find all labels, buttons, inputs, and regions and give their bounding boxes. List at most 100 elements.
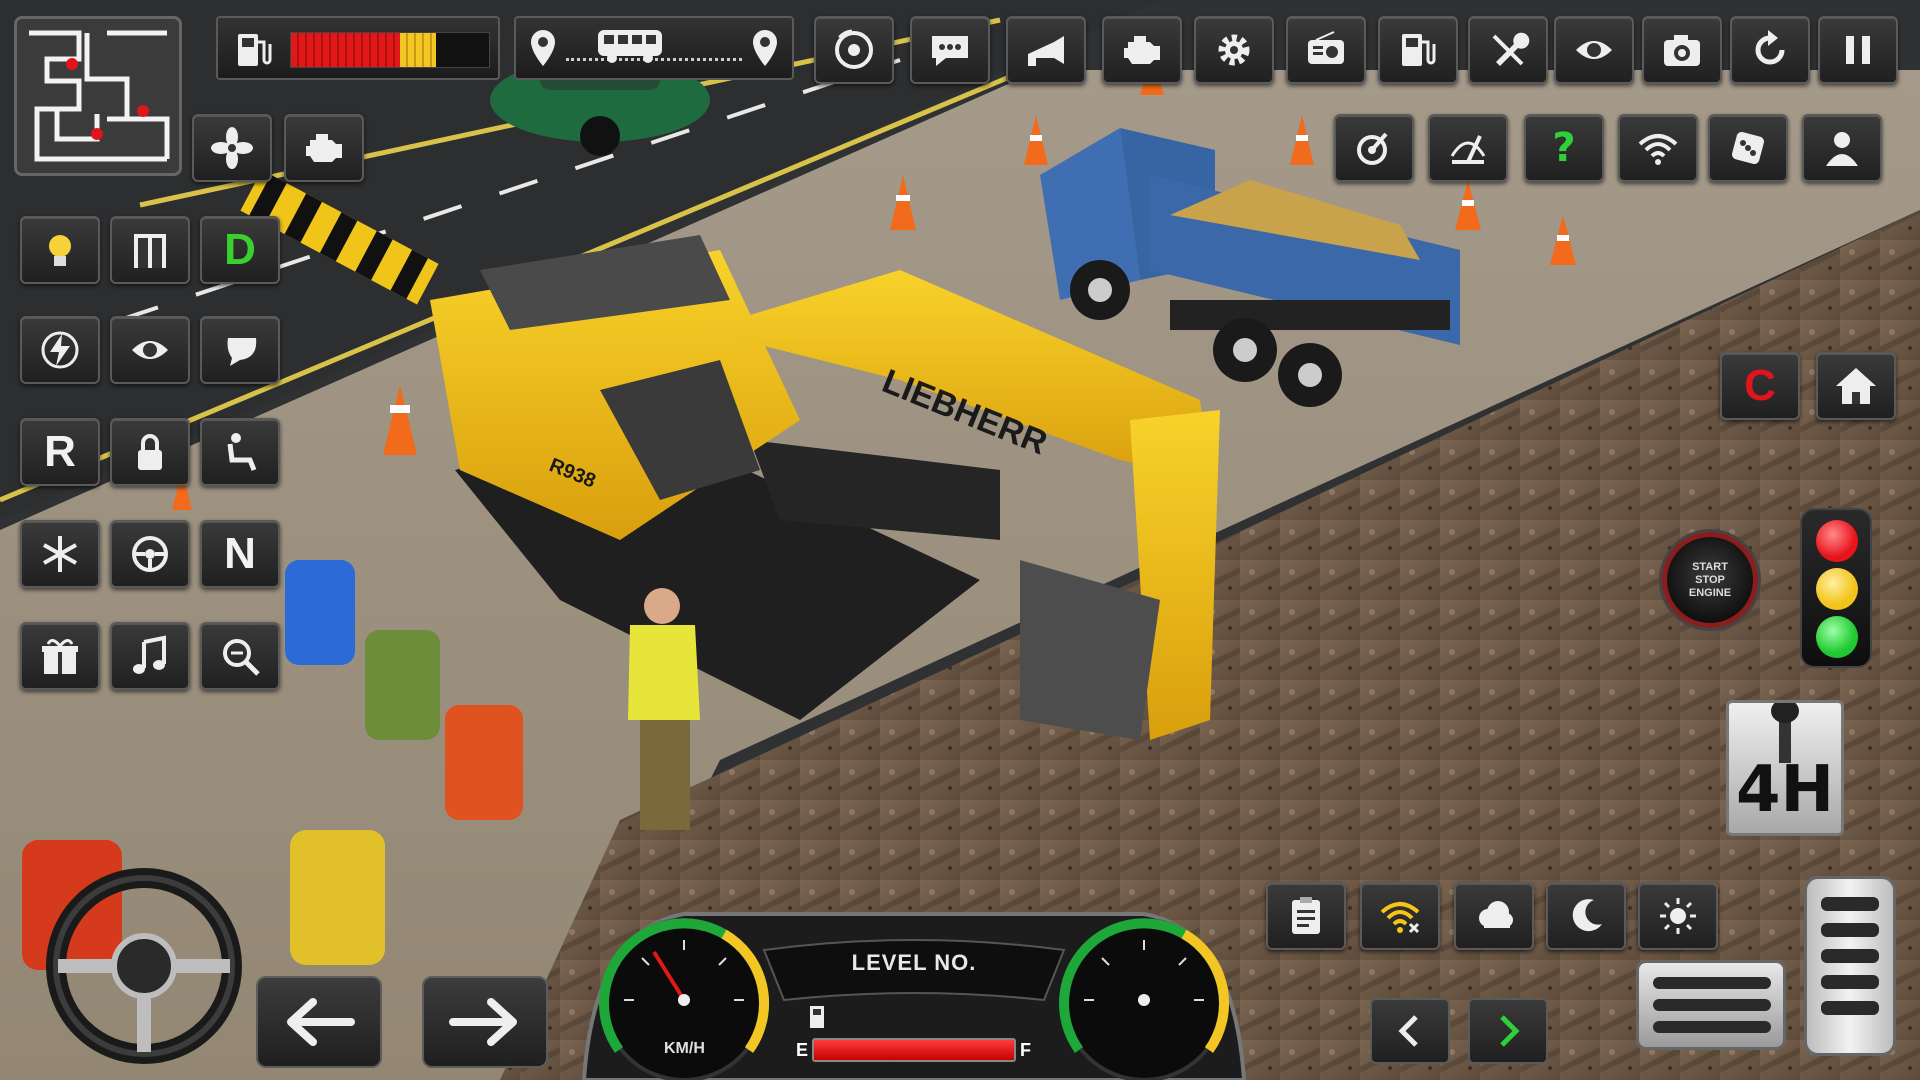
- seat-button[interactable]: [200, 418, 280, 486]
- home-button[interactable]: [1816, 352, 1896, 420]
- gift-icon: [42, 639, 78, 674]
- location-pin-icon: [753, 30, 777, 66]
- settings-button[interactable]: [1194, 16, 1274, 84]
- next-button[interactable]: [1468, 998, 1548, 1064]
- speech-bubble-icon: [932, 36, 968, 66]
- camera-switch-button[interactable]: C: [1720, 352, 1800, 420]
- view-button[interactable]: [110, 316, 190, 384]
- level-label: LEVEL NO.: [851, 950, 977, 975]
- start-stop-line1: START: [1692, 560, 1728, 573]
- gear-shifter[interactable]: 4H: [1726, 699, 1844, 836]
- camera-icon: [1664, 35, 1700, 66]
- screenshot-button[interactable]: [1642, 16, 1722, 84]
- headlight-button[interactable]: [20, 216, 100, 284]
- gear-drive-button[interactable]: D: [200, 216, 280, 284]
- gift-button[interactable]: [20, 622, 100, 690]
- engine-icon: [1124, 36, 1160, 64]
- steer-left-button[interactable]: [256, 976, 382, 1068]
- turbo-button[interactable]: [1334, 114, 1414, 182]
- start-stop-line3: ENGINE: [1688, 586, 1732, 599]
- ac-button[interactable]: [20, 520, 100, 588]
- clipboard-button[interactable]: [1266, 882, 1346, 950]
- gas-pedal-groove: [1821, 949, 1879, 963]
- steering-wheel[interactable]: [44, 866, 244, 1066]
- fuel-pump-icon: [1402, 34, 1436, 66]
- moon-icon: [1572, 899, 1602, 932]
- gear-neutral-button[interactable]: N: [200, 520, 280, 588]
- lock-button[interactable]: [110, 418, 190, 486]
- wifi-button[interactable]: [1618, 114, 1698, 182]
- pause-icon: [1846, 36, 1870, 64]
- previous-button[interactable]: [1370, 998, 1450, 1064]
- gear-shifter-label: 4H: [1735, 753, 1835, 827]
- gas-pedal-groove: [1821, 897, 1879, 911]
- gas-pedal[interactable]: [1804, 876, 1896, 1056]
- dice-button[interactable]: [1708, 114, 1788, 182]
- door-icon: [134, 234, 166, 268]
- eye-icon: [1576, 41, 1612, 59]
- gear-drive-label: D: [224, 225, 256, 274]
- engine-button[interactable]: [1102, 16, 1182, 84]
- fan-button[interactable]: [192, 114, 272, 182]
- help-button[interactable]: ?: [1524, 114, 1604, 182]
- fuel-level-red: [291, 33, 400, 67]
- steering-icon: [132, 536, 168, 572]
- home-icon: [1836, 368, 1876, 404]
- eye-icon: [132, 341, 168, 359]
- fuel-gauge-panel: [216, 16, 500, 80]
- lock-icon: [138, 434, 162, 470]
- brake-pedal-groove: [1653, 977, 1771, 989]
- door-button[interactable]: [110, 216, 190, 284]
- fuel-level-yellow: [399, 33, 436, 67]
- gear-reverse-button[interactable]: R: [20, 418, 100, 486]
- chat-button[interactable]: [910, 16, 990, 84]
- sun-icon: [1660, 898, 1696, 934]
- steer-right-button[interactable]: [422, 976, 548, 1068]
- repair-button[interactable]: [1468, 16, 1548, 84]
- zoom-button[interactable]: [200, 622, 280, 690]
- camera-view-button[interactable]: [1554, 16, 1634, 84]
- camera-switch-label: C: [1744, 361, 1776, 410]
- dashboard-fuel-fill: [814, 1040, 1014, 1060]
- radio-icon: [1308, 31, 1344, 64]
- power-button[interactable]: [20, 316, 100, 384]
- steering-mode-button[interactable]: [110, 520, 190, 588]
- cloud-icon: [1479, 901, 1513, 928]
- brake-pedal[interactable]: [1636, 960, 1786, 1050]
- gas-pedal-groove: [1821, 923, 1879, 937]
- speed-unit-label: KM/H: [664, 1040, 705, 1057]
- wifi-off-icon: [1380, 902, 1420, 934]
- gas-pedal-groove: [1821, 1001, 1879, 1015]
- location-pin-icon: [531, 30, 555, 66]
- dashboard: LEVEL NO. KM/H E F: [574, 890, 1254, 1080]
- pause-button[interactable]: [1818, 16, 1898, 84]
- clipboard-icon: [1292, 897, 1320, 934]
- gear-neutral-label: N: [224, 529, 256, 578]
- night-button[interactable]: [1546, 882, 1626, 950]
- day-button[interactable]: [1638, 882, 1718, 950]
- mirror-button[interactable]: [200, 316, 280, 384]
- cloud-button[interactable]: [1454, 882, 1534, 950]
- radio-button[interactable]: [1286, 16, 1366, 84]
- lightning-icon: [41, 331, 79, 369]
- start-stop-line2: STOP: [1695, 573, 1725, 586]
- brake-disc-button[interactable]: [814, 16, 894, 84]
- wiper-button[interactable]: [1428, 114, 1508, 182]
- wiper-icon: [1450, 135, 1486, 164]
- restart-button[interactable]: [1730, 16, 1810, 84]
- top-bar: [0, 0, 1920, 92]
- horn-button[interactable]: [1006, 16, 1086, 84]
- traffic-light-yellow: [1816, 568, 1858, 610]
- refuel-button[interactable]: [1378, 16, 1458, 84]
- start-stop-button[interactable]: START STOP ENGINE: [1662, 532, 1758, 628]
- profile-button[interactable]: [1802, 114, 1882, 182]
- gear-reverse-label: R: [44, 427, 76, 476]
- chevron-left-icon: [1398, 1015, 1418, 1047]
- traffic-light-red: [1816, 520, 1858, 562]
- engine-check-button[interactable]: [284, 114, 364, 182]
- arrow-right-icon: [449, 998, 517, 1046]
- signal-button[interactable]: [1360, 882, 1440, 950]
- traffic-light: [1800, 508, 1872, 668]
- person-icon: [1826, 132, 1858, 166]
- music-button[interactable]: [110, 622, 190, 690]
